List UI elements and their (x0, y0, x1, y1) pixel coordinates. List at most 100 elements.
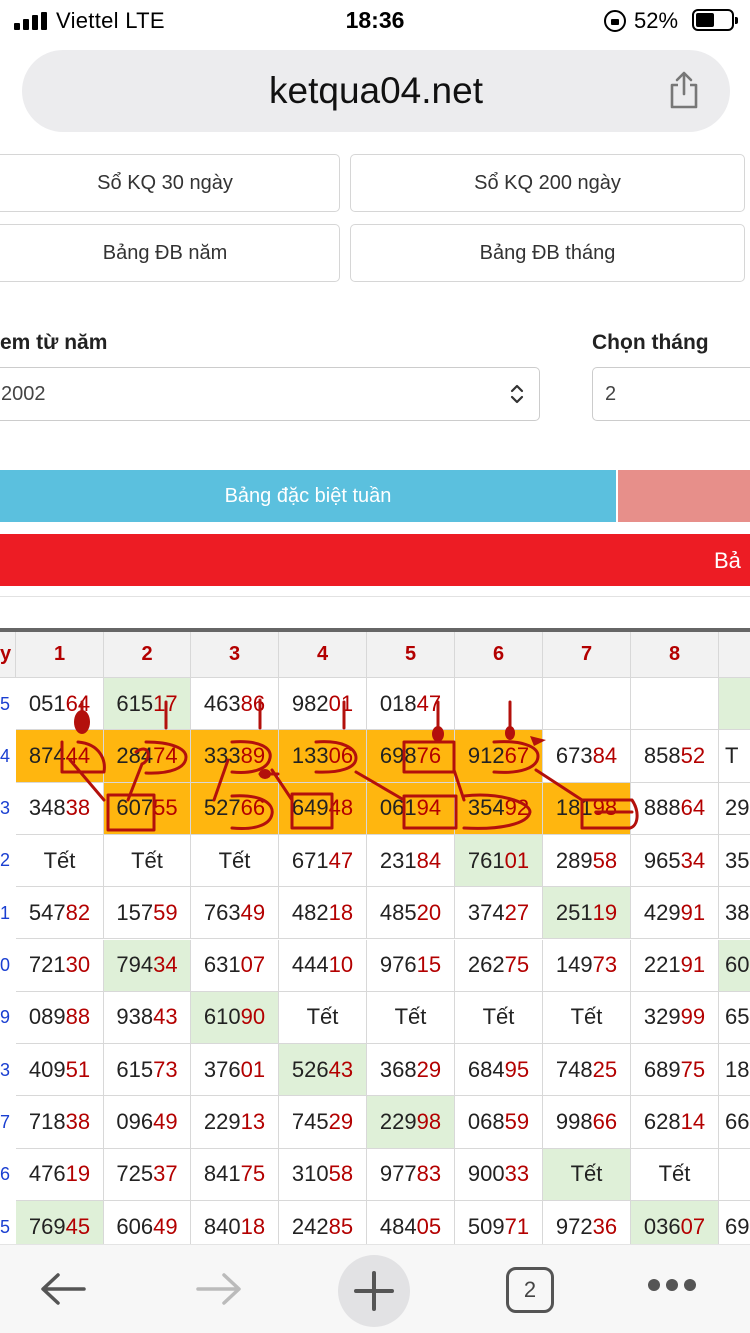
so-kq-200-button[interactable]: Sổ KQ 200 ngày (350, 154, 745, 212)
table-header-col-7: 7 (543, 632, 631, 678)
row-date-link[interactable]: 9 (0, 992, 14, 1044)
table-cell: 061 94 (367, 782, 455, 835)
forward-arrow-icon[interactable] (194, 1271, 244, 1307)
pink-button[interactable] (618, 470, 750, 522)
number-tail: 90 (240, 1004, 266, 1030)
number-head: 748 (555, 1056, 593, 1082)
number-tail: 75 (680, 1056, 706, 1082)
number-tail: 34 (680, 847, 706, 873)
table-cell: Tết (104, 834, 191, 888)
table-cell: Tết (455, 991, 543, 1045)
number-head: 725 (116, 1161, 154, 1187)
number-head: 673 (555, 742, 593, 768)
row-date-link[interactable]: 7 (0, 1096, 14, 1148)
row-date-link[interactable]: 3 (0, 1044, 14, 1096)
year-select[interactable]: 2002 (0, 367, 540, 421)
number-tail: 36 (592, 1213, 618, 1239)
battery-percent: 52% (634, 8, 679, 33)
number-head: 763 (203, 899, 241, 925)
number-tail: 13 (240, 1109, 266, 1135)
table-cell: 610 90 (191, 991, 279, 1045)
row-date-link[interactable]: 6 (0, 1149, 14, 1201)
number-head: 333 (203, 742, 241, 768)
number-tail: 01 (240, 1056, 266, 1082)
table-cell: 841 75 (191, 1148, 279, 1201)
number-head: Tết (306, 1004, 339, 1030)
battery-icon (692, 9, 738, 31)
table-cell (455, 678, 543, 731)
row-date-link[interactable]: 0 (0, 940, 14, 992)
number-head: 133 (291, 742, 329, 768)
table-cell: 18 (719, 1044, 750, 1097)
row-date-link[interactable]: 4 (0, 730, 14, 782)
row-date-link[interactable]: 2 (0, 835, 14, 887)
back-arrow-icon[interactable] (38, 1271, 88, 1307)
number-tail: 06 (328, 742, 354, 768)
month-input[interactable]: 2 (592, 367, 750, 421)
number-head: 69 (725, 1213, 750, 1239)
table-cell: 65 (719, 992, 750, 1045)
number-tail: 92 (504, 795, 530, 821)
table-cell: 368 29 (367, 1044, 455, 1097)
number-tail: 49 (153, 1213, 178, 1239)
new-tab-button[interactable] (338, 1255, 410, 1327)
number-head: 409 (28, 1056, 66, 1082)
number-head: 376 (203, 1056, 241, 1082)
number-head: 096 (116, 1109, 154, 1135)
url-text[interactable]: ketqua04.net (22, 70, 730, 112)
number-head: 289 (555, 847, 593, 873)
table-cell: 429 91 (631, 887, 719, 940)
row-date-link[interactable]: 5 (0, 678, 14, 730)
table-cell: 547 82 (16, 887, 104, 940)
number-tail: 45 (65, 1213, 91, 1239)
number-head: 977 (379, 1161, 417, 1187)
table-cell: 763 49 (191, 887, 279, 940)
bang-db-thang-button[interactable]: Bảng ĐB tháng (350, 224, 745, 282)
number-head: 149 (555, 952, 593, 978)
table-header-col-2: 2 (104, 632, 191, 678)
number-tail: 85 (328, 1213, 354, 1239)
number-head: 368 (379, 1056, 417, 1082)
bang-db-nam-button[interactable]: Bảng ĐB năm (0, 224, 340, 282)
address-bar[interactable]: ketqua04.net (22, 50, 730, 132)
table-cell: Tết (16, 834, 104, 888)
number-head: 900 (467, 1161, 505, 1187)
number-tail: 43 (328, 1056, 354, 1082)
red-table-bar[interactable]: Bả (0, 534, 750, 586)
number-tail: 49 (240, 899, 266, 925)
so-kq-30-button[interactable]: Sổ KQ 30 ngày (0, 154, 340, 212)
number-head: 938 (116, 1004, 154, 1030)
tabs-button[interactable]: 2 (506, 1267, 554, 1313)
more-dots-icon[interactable] (648, 1279, 696, 1293)
table-cell: Tết (543, 1148, 631, 1201)
weekly-special-table-button[interactable]: Bảng đặc biệt tuần (0, 470, 616, 522)
number-head: 721 (28, 952, 66, 978)
number-tail: 17 (153, 690, 178, 716)
table-cell: 615 73 (104, 1044, 191, 1097)
row-date-link[interactable]: 1 (0, 887, 14, 939)
number-tail: 83 (416, 1161, 442, 1187)
table-cell: 982 01 (279, 678, 367, 731)
number-tail: 86 (240, 690, 266, 716)
number-head: 66 (725, 1109, 750, 1135)
number-tail: 66 (592, 1109, 618, 1135)
number-tail: 51 (65, 1056, 91, 1082)
number-tail: 47 (328, 847, 354, 873)
number-tail: 71 (504, 1213, 530, 1239)
number-head: 526 (291, 1056, 329, 1082)
row-date-link[interactable]: 3 (0, 783, 14, 835)
number-tail: 91 (680, 899, 706, 925)
share-icon[interactable] (668, 70, 700, 110)
table-cell (719, 678, 750, 731)
number-head: 284 (116, 742, 154, 768)
number-tail: 73 (592, 952, 618, 978)
table-cell: 615 17 (104, 678, 191, 731)
table-cell: 689 75 (631, 1044, 719, 1097)
number-head: 476 (28, 1161, 66, 1187)
number-tail: 84 (592, 742, 618, 768)
number-tail: 75 (240, 1161, 266, 1187)
table-cell: 888 64 (631, 782, 719, 835)
number-tail: 15 (416, 952, 442, 978)
table-cell: 463 86 (191, 678, 279, 731)
table-cell: 673 84 (543, 730, 631, 783)
